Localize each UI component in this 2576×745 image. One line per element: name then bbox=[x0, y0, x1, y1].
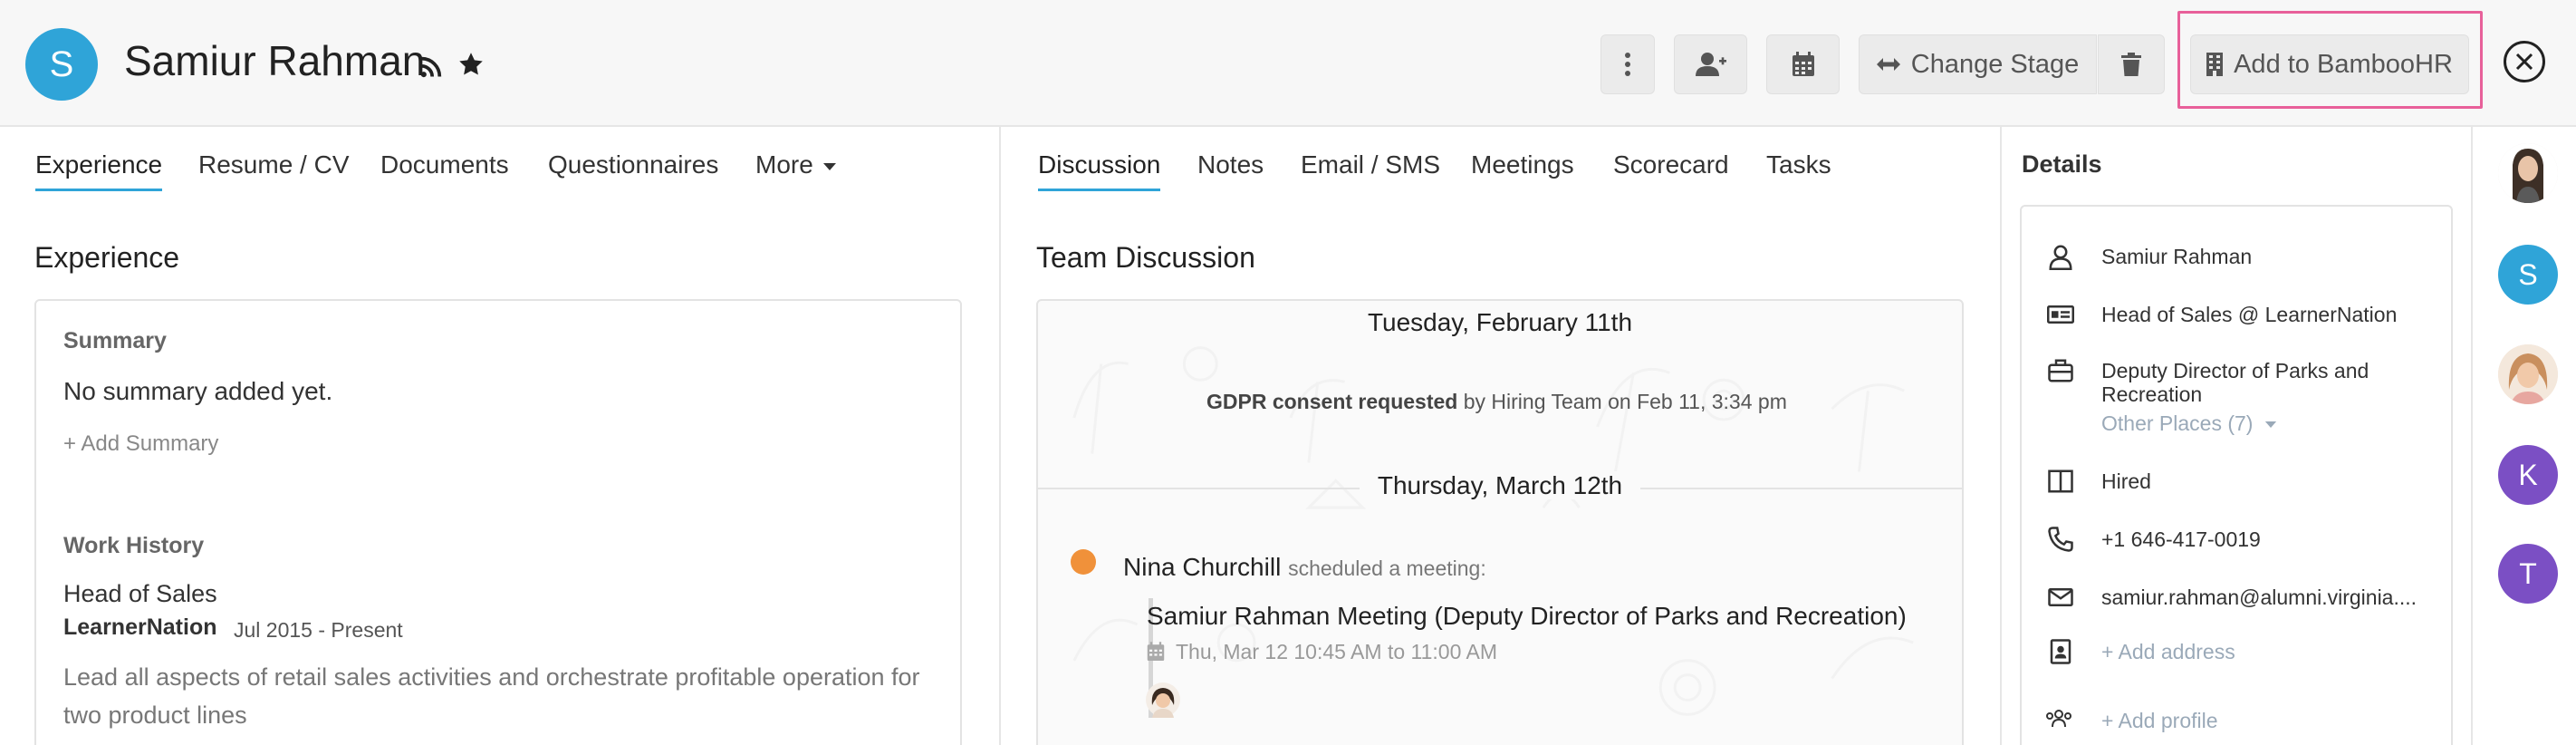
change-stage-label: Change Stage bbox=[1910, 49, 2080, 79]
job-description: Lead all aspects of retail sales activit… bbox=[63, 663, 920, 729]
change-stage-button[interactable]: Change Stage bbox=[1859, 34, 2097, 94]
detail-phone[interactable]: +1 646-417-0019 bbox=[2101, 527, 2261, 552]
experience-title: Experience bbox=[34, 241, 180, 274]
detail-headline: Head of Sales @ LearnerNation bbox=[2101, 303, 2398, 326]
arrows-horizontal-icon bbox=[1876, 58, 1900, 71]
team-member-avatar[interactable]: K bbox=[2498, 445, 2558, 505]
meeting-title[interactable]: Samiur Rahman Meeting (Deputy Director o… bbox=[1147, 602, 1907, 631]
candidate-header: S Samiur Rahman Change Stage Add to Bamb… bbox=[0, 0, 2576, 127]
gdpr-event-title: GDPR consent requested bbox=[1206, 390, 1458, 413]
tab-meetings[interactable]: Meetings bbox=[1471, 150, 1574, 189]
detail-stage: Hired bbox=[2101, 469, 2151, 493]
summary-text: No summary added yet. bbox=[63, 377, 333, 405]
attendee-avatar bbox=[1146, 682, 1180, 718]
tab-notes[interactable]: Notes bbox=[1197, 150, 1264, 189]
add-user-button[interactable] bbox=[1674, 34, 1747, 94]
phone-icon bbox=[2048, 527, 2073, 552]
summary-label: Summary bbox=[63, 328, 167, 353]
address-book-icon bbox=[2050, 639, 2071, 664]
company-name: LearnerNation bbox=[63, 614, 217, 640]
gdpr-event: GDPR consent requested by Hiring Team on… bbox=[1206, 390, 1787, 414]
user-plus-icon bbox=[1695, 53, 1726, 76]
delete-button[interactable] bbox=[2098, 34, 2165, 94]
close-button[interactable] bbox=[2504, 41, 2545, 82]
tab-tasks[interactable]: Tasks bbox=[1766, 150, 1831, 189]
tab-resume[interactable]: Resume / CV bbox=[198, 150, 350, 189]
envelope-icon bbox=[2048, 588, 2073, 606]
meeting-time: Thu, Mar 12 10:45 AM to 11:00 AM bbox=[1175, 640, 1497, 663]
team-member-avatar[interactable]: T bbox=[2498, 544, 2558, 604]
team-member-avatar[interactable] bbox=[2498, 344, 2558, 404]
tab-more[interactable]: More bbox=[755, 150, 837, 189]
position-line-2: Recreation bbox=[2101, 382, 2203, 406]
discussion-card: Tuesday, February 11th GDPR consent requ… bbox=[1036, 299, 1964, 745]
building-icon bbox=[2206, 53, 2224, 76]
meeting-event: Nina Churchill scheduled a meeting: bbox=[1123, 553, 1486, 582]
tab-experience[interactable]: Experience bbox=[35, 150, 163, 191]
column-divider bbox=[999, 127, 1001, 745]
other-places-label: Other Places (7) bbox=[2101, 411, 2254, 435]
detail-position: Deputy Director of Parks and Recreation bbox=[2101, 359, 2369, 406]
add-to-bamboohr-label: Add to BambooHR bbox=[2234, 49, 2453, 79]
add-summary-link[interactable]: + Add Summary bbox=[63, 431, 218, 457]
person-icon bbox=[2049, 245, 2072, 270]
gdpr-event-detail: by Hiring Team on Feb 11, 3:34 pm bbox=[1463, 390, 1787, 413]
team-rail bbox=[2471, 127, 2576, 745]
candidate-name: Samiur Rahman bbox=[124, 37, 426, 84]
other-places-link[interactable]: Other Places (7) bbox=[2101, 411, 2277, 436]
event-action: scheduled a meeting: bbox=[1288, 556, 1486, 580]
team-discussion-title: Team Discussion bbox=[1036, 241, 1255, 274]
tab-more-label: More bbox=[755, 150, 813, 179]
vertical-dots-icon bbox=[1625, 53, 1630, 76]
tab-questionnaires[interactable]: Questionnaires bbox=[548, 150, 718, 189]
job-title: Head of Sales bbox=[63, 580, 217, 607]
tab-discussion[interactable]: Discussion bbox=[1038, 150, 1161, 191]
detail-email[interactable]: samiur.rahman@alumni.virginia.... bbox=[2101, 585, 2417, 610]
meeting-time-row: Thu, Mar 12 10:45 AM to 11:00 AM bbox=[1147, 640, 1497, 664]
rss-icon[interactable] bbox=[418, 54, 444, 80]
caret-down-icon bbox=[822, 162, 836, 170]
status-dot-icon bbox=[1071, 549, 1096, 575]
experience-card: Summary No summary added yet. + Add Summ… bbox=[34, 299, 962, 745]
team-member-avatar[interactable] bbox=[2498, 143, 2558, 203]
person-photo-icon bbox=[2498, 344, 2558, 404]
columns-icon bbox=[2048, 469, 2073, 493]
candidate-avatar: S bbox=[25, 28, 98, 101]
briefcase-icon bbox=[2048, 359, 2073, 382]
person-photo-icon bbox=[2498, 143, 2558, 203]
tab-email-sms[interactable]: Email / SMS bbox=[1301, 150, 1440, 189]
work-history-label: Work History bbox=[63, 533, 205, 558]
id-card-icon bbox=[2047, 305, 2074, 324]
add-address-link[interactable]: + Add address bbox=[2101, 640, 2235, 664]
star-icon[interactable] bbox=[457, 51, 485, 78]
event-author[interactable]: Nina Churchill bbox=[1123, 553, 1281, 581]
tab-documents[interactable]: Documents bbox=[380, 150, 509, 189]
team-member-avatar[interactable]: S bbox=[2498, 245, 2558, 305]
background-pattern bbox=[1072, 346, 1914, 716]
more-options-button[interactable] bbox=[1600, 34, 1655, 94]
close-icon bbox=[2515, 53, 2533, 71]
date-label: Thursday, March 12th bbox=[1359, 471, 1641, 499]
date-label: Tuesday, February 11th bbox=[1349, 308, 1651, 336]
users-icon bbox=[2046, 710, 2071, 728]
detail-name: Samiur Rahman bbox=[2101, 245, 2253, 268]
schedule-button[interactable] bbox=[1766, 34, 1840, 94]
job-dates: Jul 2015 - Present bbox=[234, 618, 403, 642]
column-divider bbox=[2000, 127, 2002, 745]
position-line-1: Deputy Director of Parks and bbox=[2101, 359, 2369, 382]
tab-scorecard[interactable]: Scorecard bbox=[1613, 150, 1729, 189]
details-title: Details bbox=[2022, 150, 2102, 178]
date-separator: Thursday, March 12th bbox=[1038, 471, 1962, 500]
add-to-bamboohr-button[interactable]: Add to BambooHR bbox=[2190, 34, 2469, 94]
caret-down-icon bbox=[2264, 421, 2276, 429]
calendar-icon bbox=[1147, 642, 1165, 661]
add-profile-link[interactable]: + Add profile bbox=[2101, 709, 2218, 733]
details-card: Samiur Rahman Head of Sales @ LearnerNat… bbox=[2020, 205, 2453, 745]
calendar-icon bbox=[1792, 52, 1814, 76]
trash-icon bbox=[2121, 53, 2141, 76]
date-separator: Tuesday, February 11th bbox=[1038, 308, 1962, 337]
